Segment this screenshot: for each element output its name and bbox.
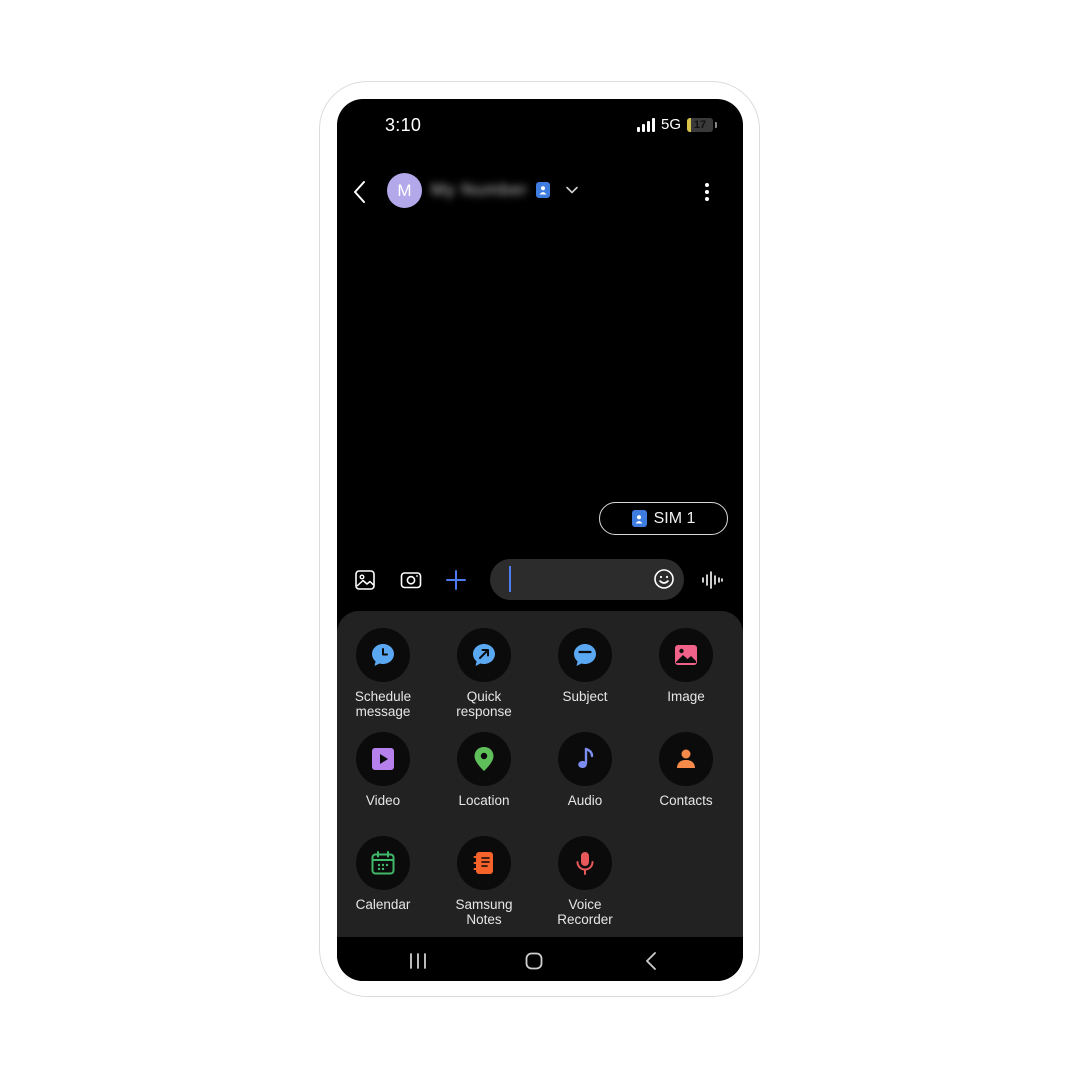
recent-apps-button[interactable] — [406, 949, 430, 973]
system-navigation-bar — [337, 937, 743, 981]
more-vertical-icon — [705, 183, 709, 201]
more-options-button[interactable] — [697, 179, 717, 205]
attach-label: Calendar — [355, 897, 411, 912]
attach-voice-recorder[interactable]: Voice Recorder — [535, 836, 635, 927]
attach-quick-response[interactable]: Quick response — [434, 628, 534, 719]
attach-label: Quick response — [456, 689, 512, 719]
camera-button[interactable] — [398, 567, 424, 593]
music-note-icon — [578, 747, 594, 769]
attachment-panel: Schedule message Quick response Subject — [337, 611, 743, 937]
attach-icon-circle — [558, 628, 612, 682]
sim-select-button[interactable]: SIM 1 — [599, 502, 728, 535]
contact-person-icon — [677, 749, 695, 768]
attach-label: Voice Recorder — [557, 897, 613, 927]
emoji-icon[interactable] — [653, 568, 675, 590]
attach-video[interactable]: Video — [337, 732, 433, 808]
network-type: 5G — [660, 116, 681, 133]
attach-icon-circle — [659, 732, 713, 786]
sim-label: SIM 1 — [653, 509, 696, 527]
attach-location[interactable]: Location — [434, 732, 534, 808]
contact-avatar[interactable]: M — [387, 173, 422, 208]
attach-samsung-notes[interactable]: Samsung Notes — [434, 836, 534, 927]
conversation-header: M My Number — [337, 167, 743, 217]
battery-tip — [715, 121, 717, 128]
attach-calendar[interactable]: Calendar — [337, 836, 433, 912]
chevron-down-icon[interactable] — [565, 183, 579, 197]
attach-label: Location — [458, 793, 510, 808]
message-input[interactable] — [490, 559, 684, 600]
battery-icon: 17 — [687, 117, 713, 132]
sim-badge-icon — [631, 510, 647, 527]
attach-image[interactable]: Image — [636, 628, 736, 704]
attach-label: Subject — [562, 689, 608, 704]
gallery-button[interactable] — [352, 567, 378, 593]
voice-waveform-icon[interactable] — [700, 568, 724, 592]
status-bar: 3:10 5G 17 — [337, 99, 743, 145]
gallery-icon — [355, 570, 375, 590]
text-cursor — [509, 566, 511, 592]
subject-icon — [574, 644, 596, 666]
signal-strength-icon — [636, 117, 655, 132]
notes-icon — [473, 852, 493, 874]
home-icon — [525, 952, 543, 970]
camera-icon — [400, 572, 422, 589]
nav-back-button[interactable] — [639, 949, 663, 973]
attach-label: Audio — [567, 793, 603, 808]
attach-icon-circle — [558, 732, 612, 786]
back-button[interactable] — [349, 177, 371, 207]
calendar-icon — [371, 851, 395, 875]
status-indicators: 5G 17 — [636, 116, 717, 133]
attach-label: Samsung Notes — [455, 897, 513, 927]
attach-icon-circle — [356, 628, 410, 682]
schedule-clock-icon — [372, 644, 394, 666]
quick-response-icon — [473, 644, 495, 666]
plus-icon — [446, 570, 466, 590]
attach-audio[interactable]: Audio — [535, 732, 635, 808]
location-pin-icon — [474, 747, 494, 771]
add-attachment-button[interactable] — [443, 567, 469, 593]
contact-name[interactable]: My Number — [431, 180, 528, 200]
attach-label: Contacts — [659, 793, 713, 808]
status-time: 3:10 — [385, 115, 422, 135]
recent-apps-icon — [410, 953, 426, 969]
attach-contacts[interactable]: Contacts — [636, 732, 736, 808]
video-icon — [372, 748, 394, 770]
attach-label: Image — [667, 689, 705, 704]
attach-icon-circle — [356, 732, 410, 786]
attach-icon-circle — [659, 628, 713, 682]
attach-schedule-message[interactable]: Schedule message — [337, 628, 433, 719]
compose-bar — [337, 559, 743, 601]
attach-icon-circle — [457, 628, 511, 682]
attach-icon-circle — [356, 836, 410, 890]
sim-badge-icon — [536, 182, 550, 198]
attach-label: Schedule message — [354, 689, 412, 719]
attach-icon-circle — [558, 836, 612, 890]
home-button[interactable] — [522, 949, 546, 973]
back-arrow-icon — [646, 952, 656, 970]
attach-icon-circle — [457, 836, 511, 890]
microphone-icon — [576, 852, 594, 875]
chevron-left-icon — [354, 181, 365, 203]
attach-icon-circle — [457, 732, 511, 786]
attach-subject[interactable]: Subject — [535, 628, 635, 704]
attach-label: Video — [365, 793, 401, 808]
image-icon — [675, 645, 697, 665]
battery-level: 17 — [693, 118, 707, 131]
phone-screen: 3:10 5G 17 M My Number SIM 1 Schedule me… — [337, 99, 743, 981]
